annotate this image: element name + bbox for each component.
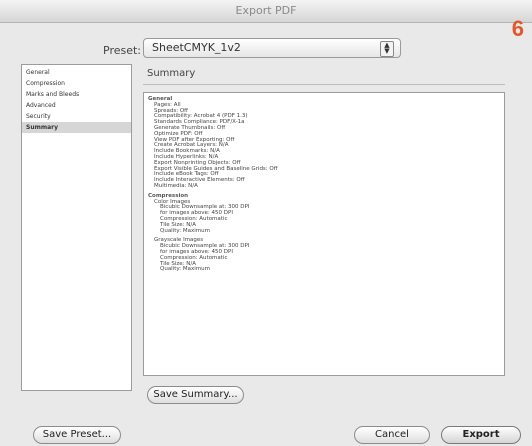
save-preset-button[interactable]: Save Preset... [33,426,121,444]
preset-value: SheetCMYK_1v2 [152,41,241,54]
section-title: Summary [147,68,196,79]
category-list: General Compression Marks and Bleeds Advanc… [21,64,132,391]
sidebar-item-advanced[interactable]: Advanced [22,100,131,111]
save-summary-button[interactable]: Save Summary... [147,386,244,404]
chevron-updown-icon: ▲ ▼ [380,41,394,57]
cancel-button[interactable]: Cancel [354,426,430,444]
window-title: Export PDF [235,4,297,17]
export-button[interactable]: Export [441,426,521,444]
window-title-bar: Export PDF [0,0,532,23]
summary-line: Quality: Maximum [160,266,210,273]
summary-text-box[interactable]: General Pages: All Spreads: Off Compatibili… [143,92,505,376]
step-number-badge: 6 [511,16,524,41]
sidebar-item-compression[interactable]: Compression [22,78,131,89]
sidebar-item-marks-and-bleeds[interactable]: Marks and Bleeds [22,89,131,100]
preset-select[interactable]: SheetCMYK_1v2 ▲ ▼ [143,38,401,58]
sidebar-item-summary[interactable]: Summary [22,122,131,133]
sidebar-item-security[interactable]: Security [22,111,131,122]
sidebar-item-general[interactable]: General [22,67,131,78]
preset-label: Preset: [103,44,142,57]
section-divider [143,84,505,85]
